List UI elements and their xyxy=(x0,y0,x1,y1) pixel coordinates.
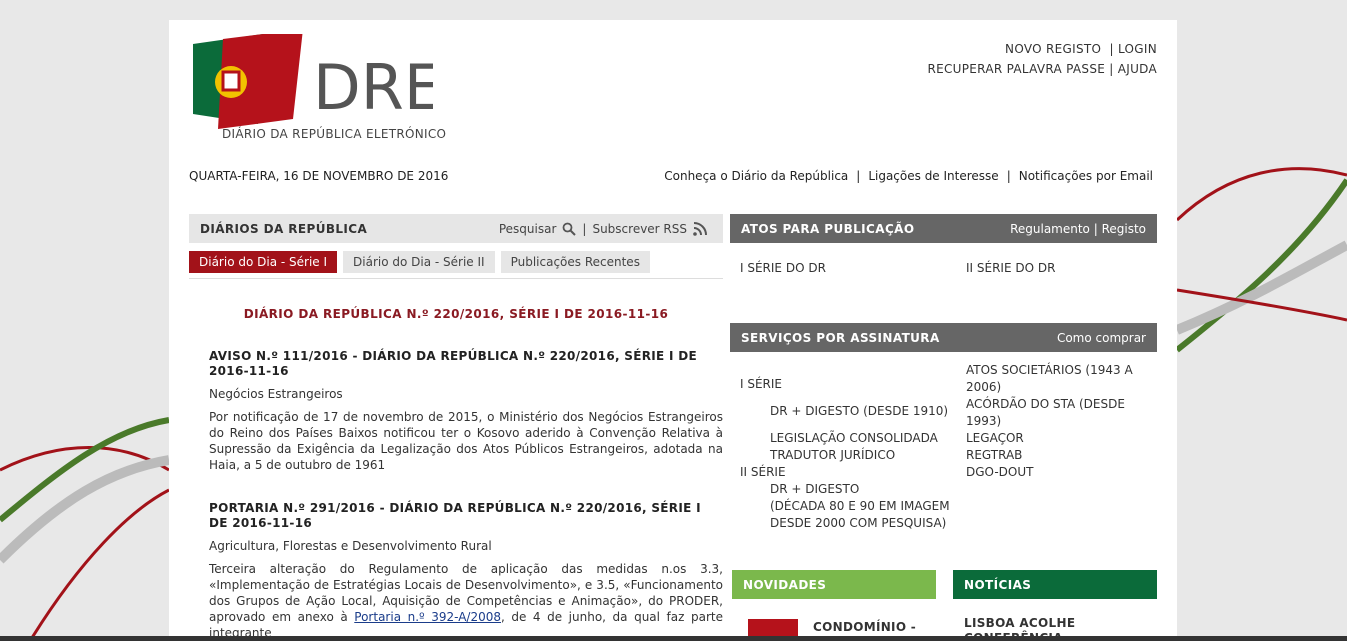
noticias-header: NOTÍCIAS xyxy=(953,570,1157,599)
act-title[interactable]: PORTARIA N.º 291/2016 - DIÁRIO DA REPÚBL… xyxy=(209,501,723,531)
search-icon[interactable] xyxy=(562,222,577,236)
search-link[interactable]: Pesquisar xyxy=(499,222,557,236)
atos-header: ATOS PARA PUBLICAÇÃO Regulamento | Regis… xyxy=(730,214,1157,243)
act-entity: Agricultura, Florestas e Desenvolvimento… xyxy=(209,539,492,553)
rss-link[interactable]: Subscrever RSS xyxy=(592,222,687,236)
serv-item[interactable]: ATOS SOCIETÁRIOS (1943 A 2006) xyxy=(966,362,1146,396)
serv-item[interactable]: DGO-DOUT xyxy=(966,464,1146,481)
novidades-header: NOVIDADES xyxy=(732,570,936,599)
login-link[interactable]: LOGIN xyxy=(1118,42,1157,56)
right-column: ATOS PARA PUBLICAÇÃO Regulamento | Regis… xyxy=(730,214,1157,641)
serv-item[interactable]: REGTRAB xyxy=(966,447,1146,464)
act-title[interactable]: AVISO N.º 111/2016 - DIÁRIO DA REPÚBLICA… xyxy=(209,349,723,379)
portaria-link[interactable]: Portaria n.º 392-A/2008 xyxy=(354,610,501,624)
page-container: DRE DIÁRIO DA REPÚBLICA ELETRÓNICO NOVO … xyxy=(169,20,1177,641)
atos-serie-ii-link[interactable]: II SÉRIE DO DR xyxy=(966,261,1055,275)
serv-item: (DÉCADA 80 E 90 EM IMAGEM xyxy=(770,499,950,513)
about-link[interactable]: Conheça o Diário da República xyxy=(664,169,848,183)
logo-subtitle: DIÁRIO DA REPÚBLICA ELETRÓNICO xyxy=(222,127,447,141)
rss-icon[interactable] xyxy=(693,222,707,236)
current-date: QUARTA-FEIRA, 16 DE NOVEMBRO DE 2016 xyxy=(189,169,449,183)
help-link[interactable]: AJUDA xyxy=(1118,62,1157,76)
bottom-bar xyxy=(0,636,1347,641)
diarios-header: DIÁRIOS DA REPÚBLICA Pesquisar | Subscre… xyxy=(189,214,723,243)
email-notifications-link[interactable]: Notificações por Email xyxy=(1019,169,1153,183)
novidade-title[interactable]: CONDOMÍNIO - xyxy=(813,620,916,634)
servicos-title: SERVIÇOS POR ASSINATURA xyxy=(741,331,940,345)
issue-title[interactable]: DIÁRIO DA REPÚBLICA N.º 220/2016, SÉRIE … xyxy=(189,307,723,321)
atos-links[interactable]: Regulamento | Registo xyxy=(1010,222,1146,236)
register-link[interactable]: NOVO REGISTO xyxy=(1005,42,1101,56)
serv-item[interactable]: DR + DIGESTO (DESDE 1910) xyxy=(740,403,950,420)
act-item: AVISO N.º 111/2016 - DIÁRIO DA REPÚBLICA… xyxy=(209,349,723,473)
serv-item[interactable]: ACÓRDÃO DO STA (DESDE 1993) xyxy=(966,396,1146,430)
tab-serie-ii[interactable]: Diário do Dia - Série II xyxy=(343,251,495,273)
top-links: Conheça o Diário da República | Ligações d… xyxy=(664,169,1153,183)
atos-title: ATOS PARA PUBLICAÇÃO xyxy=(741,222,915,236)
servicos-list: I SÉRIE DR + DIGESTO (DESDE 1910) LEGISL… xyxy=(730,352,1157,562)
atos-serie-i-link[interactable]: I SÉRIE DO DR xyxy=(740,261,826,275)
serv-item[interactable]: II SÉRIE xyxy=(740,464,950,481)
serv-item: DESDE 2000 COM PESQUISA) xyxy=(770,516,947,530)
serv-item[interactable]: I SÉRIE xyxy=(740,376,950,393)
links-of-interest-link[interactable]: Ligações de Interesse xyxy=(868,169,998,183)
atos-list: I SÉRIE DO DR II SÉRIE DO DR xyxy=(730,243,1157,323)
como-comprar-link[interactable]: Como comprar xyxy=(1057,331,1146,345)
diarios-panel: DIÁRIOS DA REPÚBLICA Pesquisar | Subscre… xyxy=(189,214,723,641)
act-item: PORTARIA N.º 291/2016 - DIÁRIO DA REPÚBL… xyxy=(209,501,723,641)
serv-item[interactable]: LEGAÇOR xyxy=(966,430,1146,447)
logo-text: DRE xyxy=(313,51,433,124)
diarios-tabs: Diário do Dia - Série I Diário do Dia - … xyxy=(189,251,723,279)
act-entity: Negócios Estrangeiros xyxy=(209,387,343,401)
serv-item[interactable]: LEGISLAÇÃO CONSOLIDADA xyxy=(740,430,950,447)
act-summary: Por notificação de 17 de novembro de 201… xyxy=(209,410,723,472)
servicos-header: SERVIÇOS POR ASSINATURA Como comprar xyxy=(730,323,1157,352)
serv-item[interactable]: TRADUTOR JURÍDICO xyxy=(740,447,950,464)
recover-password-link[interactable]: RECUPERAR PALAVRA PASSE xyxy=(927,62,1105,76)
serv-item[interactable]: DR + DIGESTO xyxy=(740,481,950,498)
diarios-title: DIÁRIOS DA REPÚBLICA xyxy=(200,222,368,236)
tab-publicacoes-recentes[interactable]: Publicações Recentes xyxy=(500,251,650,273)
user-links: NOVO REGISTO | LOGIN RECUPERAR PALAVRA P… xyxy=(927,42,1157,76)
tab-serie-i[interactable]: Diário do Dia - Série I xyxy=(189,251,338,273)
act-summary: Terceira alteração do Regulamento de apl… xyxy=(209,562,723,640)
